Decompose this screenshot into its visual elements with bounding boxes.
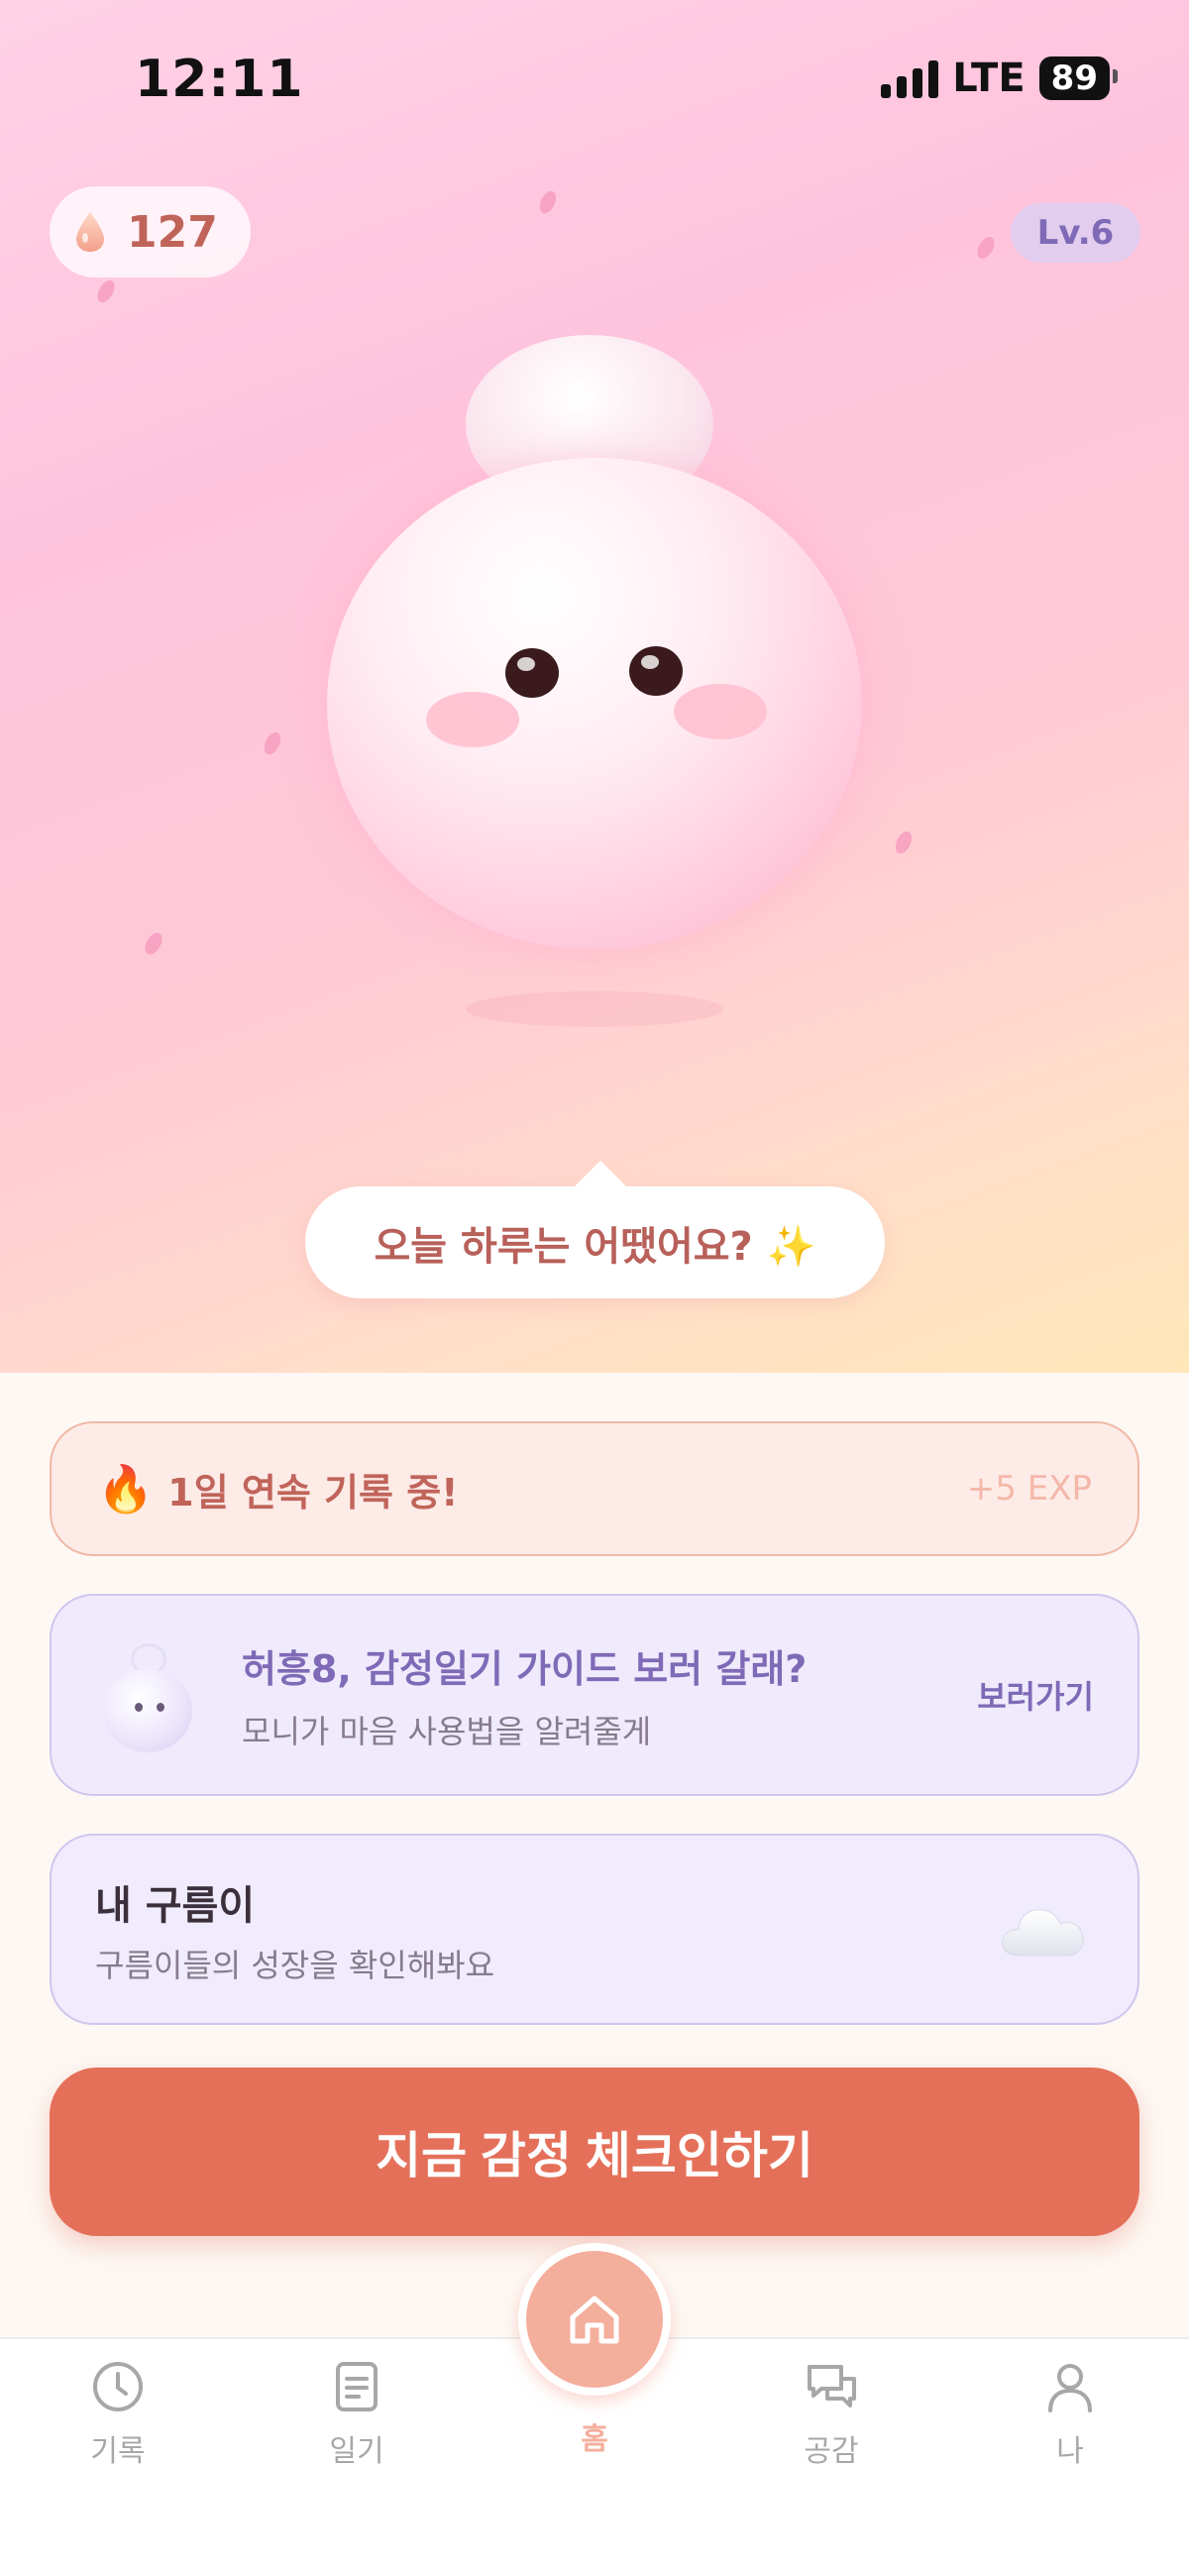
chat-bubbles-icon (808, 2365, 856, 2408)
speech-bubble: 오늘 하루는 어땠어요? ✨ (305, 1161, 885, 1298)
petal-decoration (141, 930, 166, 957)
person-icon (1048, 2364, 1092, 2412)
mascot-shadow (466, 991, 723, 1027)
ghost-avatar-icon (101, 1635, 196, 1754)
streak-card[interactable]: 🔥 1일 연속 기록 중! +5 EXP (50, 1421, 1139, 1556)
guide-subtitle: 모니가 마음 사용법을 알려줄게 (242, 1712, 652, 1750)
emotion-checkin-button[interactable]: 지금 감정 체크인하기 (50, 2068, 1139, 2236)
mascot-blush-right (674, 684, 767, 739)
mascot-character[interactable] (327, 458, 862, 950)
home-icon (570, 2296, 619, 2344)
tab-records[interactable]: 기록 (58, 2359, 177, 2470)
fire-icon: 🔥 (97, 1461, 155, 1515)
petal-decoration (93, 278, 119, 305)
level-badge[interactable]: Lv.6 (1011, 203, 1140, 263)
petal-decoration (892, 829, 916, 856)
status-indicators: LTE 89 (881, 56, 1119, 101)
streak-exp: +5 EXP (966, 1469, 1092, 1509)
guide-title: 허흥8, 감정일기 가이드 보러 갈래? (242, 1646, 808, 1691)
mascot-eye-right (629, 646, 683, 696)
my-cloud-card[interactable]: 내 구름이 구름이들의 성장을 확인해봐요 (50, 1834, 1139, 2025)
streak-text: 1일 연속 기록 중! (167, 1470, 459, 1514)
battery-icon: 89 (1038, 56, 1119, 100)
water-drop-icon (76, 212, 104, 252)
cloud-icon (1002, 1908, 1084, 1956)
signal-icon (881, 58, 939, 98)
cloud-card-subtitle: 구름이들의 성장을 확인해봐요 (95, 1946, 495, 1984)
petal-decoration (261, 729, 284, 757)
tab-label: 일기 (329, 2434, 384, 2469)
tab-label: 공감 (804, 2434, 859, 2469)
tab-me[interactable]: 나 (1011, 2359, 1130, 2470)
tab-label: 기록 (90, 2434, 146, 2469)
guide-card[interactable]: 허흥8, 감정일기 가이드 보러 갈래? 모니가 마음 사용법을 알려줄게 보러… (50, 1594, 1139, 1796)
hero-area: 12:11 LTE 89 127 Lv.6 오늘 하루는 어땠어요? ✨ (0, 0, 1189, 1373)
tab-label: 홈 (581, 2422, 608, 2457)
tab-diary[interactable]: 일기 (297, 2359, 416, 2470)
petal-decoration (536, 188, 560, 216)
guide-link[interactable]: 보러가기 (977, 1672, 1094, 1718)
petal-decoration (973, 234, 999, 262)
drop-counter[interactable]: 127 (50, 186, 251, 278)
drop-count: 127 (127, 206, 218, 258)
network-type: LTE (952, 56, 1026, 101)
status-time: 12:11 (135, 50, 304, 109)
clock-icon (93, 2362, 143, 2411)
mascot-blush-left (426, 692, 519, 747)
document-icon (336, 2362, 378, 2411)
tab-label: 나 (1056, 2434, 1084, 2469)
tab-home[interactable] (518, 2243, 671, 2396)
mascot-eye-left (505, 648, 559, 698)
cloud-card-title: 내 구름이 (95, 1882, 256, 1929)
tab-empathy[interactable]: 공감 (772, 2359, 891, 2470)
